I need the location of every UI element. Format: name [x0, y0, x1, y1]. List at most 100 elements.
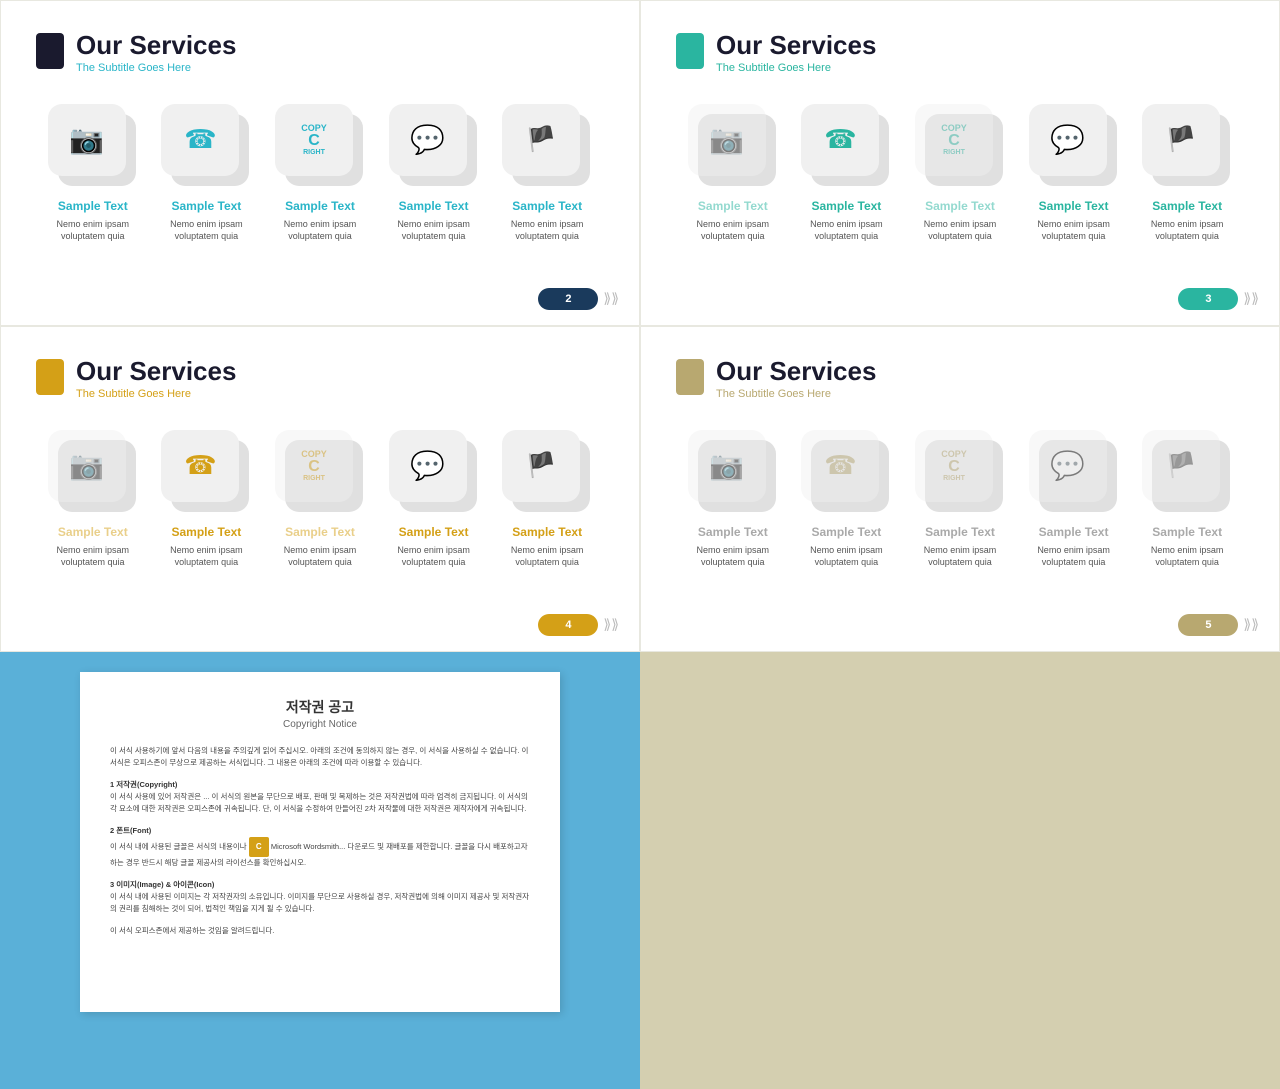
service-title-2-1: Sample Text — [791, 199, 901, 213]
service-desc-3-4: Nemo enim ipsam voluptatem quia — [492, 544, 602, 569]
chat-icon: 💬 — [1050, 123, 1085, 156]
service-item-2-1: ☎ Sample Text Nemo enim ipsam voluptatem… — [791, 104, 901, 243]
inline-logo: C — [249, 842, 269, 851]
service-title-1-2: Sample Text — [265, 199, 375, 213]
copyright-body: 이 서식 사용하기에 앞서 다음의 내용을 주의깊게 읽어 주십시오. 아래의 … — [110, 745, 530, 937]
icon-box-front: 📷 — [688, 430, 766, 502]
chevron-right-icon: ⟫⟫ — [1243, 616, 1259, 633]
slide-title-4: Our Services — [716, 357, 876, 386]
copyright-intro: 이 서식 사용하기에 앞서 다음의 내용을 주의깊게 읽어 주십시오. 아래의 … — [110, 745, 530, 769]
camera-icon: 📷 — [69, 123, 104, 156]
camera-icon: 📷 — [709, 449, 744, 482]
service-title-4-3: Sample Text — [1019, 525, 1129, 539]
service-item-1-1: ☎ Sample Text Nemo enim ipsam voluptatem… — [151, 104, 261, 243]
service-item-4-3: 💬 Sample Text Nemo enim ipsam voluptatem… — [1019, 430, 1129, 569]
service-title-4-4: Sample Text — [1132, 525, 1242, 539]
copyright-title-en: Copyright Notice — [110, 719, 530, 730]
service-desc-3-1: Nemo enim ipsam voluptatem quia — [151, 544, 261, 569]
copyright-section-1: 1 저작권(Copyright) 이 서식 사용에 있어 저작권은 ... 이 … — [110, 779, 530, 815]
slide-footer-1: 2 ⟫⟫ — [538, 288, 619, 310]
service-title-2-4: Sample Text — [1132, 199, 1242, 213]
slide-footer-3: 4 ⟫⟫ — [538, 614, 619, 636]
chevron-right-icon: ⟫⟫ — [603, 290, 619, 307]
service-desc-4-4: Nemo enim ipsam voluptatem quia — [1132, 544, 1242, 569]
copyright-logo-icon: COPY C RIGHT — [301, 450, 327, 482]
page-badge-3: 4 — [538, 614, 598, 636]
flag-icon: 🏴 — [526, 451, 556, 480]
copyright-section-content-2: 이 서식 내에 사용된 글꼴은 서식의 내용이나 C Microsoft Wor… — [110, 837, 530, 869]
chevron-right-icon: ⟫⟫ — [603, 616, 619, 633]
slide-subtitle-4: The Subtitle Goes Here — [716, 388, 876, 400]
services-row-2: 📷 Sample Text Nemo enim ipsam voluptatem… — [676, 94, 1244, 248]
copyright-section-2: 2 폰트(Font) 이 서식 내에 사용된 글꼴은 서식의 내용이나 C Mi… — [110, 825, 530, 869]
slide-title-1: Our Services — [76, 31, 236, 60]
copyright-logo-icon: COPY C RIGHT — [301, 124, 327, 156]
copyright-logo-icon: COPY C RIGHT — [941, 450, 967, 482]
forward-arrow-3: ⟫⟫ — [603, 616, 619, 633]
service-desc-1-2: Nemo enim ipsam voluptatem quia — [265, 218, 375, 243]
service-title-3-0: Sample Text — [38, 525, 148, 539]
icon-box-front: COPY C RIGHT — [915, 430, 993, 502]
service-item-2-0: 📷 Sample Text Nemo enim ipsam voluptatem… — [678, 104, 788, 243]
service-item-1-4: 🏴 Sample Text Nemo enim ipsam voluptatem… — [492, 104, 602, 243]
service-item-3-1: ☎ Sample Text Nemo enim ipsam voluptatem… — [151, 430, 261, 569]
flag-icon: 🏴 — [526, 125, 556, 154]
phone-icon: ☎ — [184, 450, 216, 481]
bullet-icon-1 — [36, 33, 64, 69]
service-item-4-4: 🏴 Sample Text Nemo enim ipsam voluptatem… — [1132, 430, 1242, 569]
flag-icon: 🏴 — [1166, 125, 1196, 154]
icon-box-front: ☎ — [161, 430, 239, 502]
chevron-right-icon: ⟫⟫ — [1243, 290, 1259, 307]
icon-box-front: 🏴 — [1142, 430, 1220, 502]
service-title-3-2: Sample Text — [265, 525, 375, 539]
slide-4: Our Services The Subtitle Goes Here 📷 Sa… — [640, 326, 1280, 652]
phone-icon: ☎ — [824, 450, 856, 481]
icon-box-front: 📷 — [688, 104, 766, 176]
service-desc-3-2: Nemo enim ipsam voluptatem quia — [265, 544, 375, 569]
slide-subtitle-2: The Subtitle Goes Here — [716, 62, 876, 74]
chat-icon: 💬 — [410, 449, 445, 482]
chat-icon: 💬 — [1050, 449, 1085, 482]
slide-title-3: Our Services — [76, 357, 236, 386]
slide-header-1: Our Services The Subtitle Goes Here — [36, 31, 604, 74]
service-desc-1-0: Nemo enim ipsam voluptatem quia — [38, 218, 148, 243]
flag-icon: 🏴 — [1166, 451, 1196, 480]
forward-arrow-4: ⟫⟫ — [1243, 616, 1259, 633]
service-item-4-0: 📷 Sample Text Nemo enim ipsam voluptatem… — [678, 430, 788, 569]
service-title-4-1: Sample Text — [791, 525, 901, 539]
slide-footer-2: 3 ⟫⟫ — [1178, 288, 1259, 310]
icon-box-front: COPY C RIGHT — [275, 104, 353, 176]
service-desc-4-2: Nemo enim ipsam voluptatem quia — [905, 544, 1015, 569]
page-badge-1: 2 — [538, 288, 598, 310]
copyright-section-content-1: 이 서식 사용에 있어 저작권은 ... 이 서식의 원본을 무단으로 배포, … — [110, 791, 530, 815]
icon-box-front: 🏴 — [502, 430, 580, 502]
slide-header-3: Our Services The Subtitle Goes Here — [36, 357, 604, 400]
service-title-4-2: Sample Text — [905, 525, 1015, 539]
copyright-logo-icon: COPY C RIGHT — [941, 124, 967, 156]
service-desc-1-3: Nemo enim ipsam voluptatem quia — [379, 218, 489, 243]
slide-2: Our Services The Subtitle Goes Here 📷 Sa… — [640, 0, 1280, 326]
service-title-3-3: Sample Text — [379, 525, 489, 539]
slide-1: Our Services The Subtitle Goes Here 📷 Sa… — [0, 0, 640, 326]
service-desc-2-1: Nemo enim ipsam voluptatem quia — [791, 218, 901, 243]
bullet-icon-3 — [36, 359, 64, 395]
service-item-3-2: COPY C RIGHT Sample Text Nemo enim ipsam… — [265, 430, 375, 569]
service-item-2-4: 🏴 Sample Text Nemo enim ipsam voluptatem… — [1132, 104, 1242, 243]
service-item-2-2: COPY C RIGHT Sample Text Nemo enim ipsam… — [905, 104, 1015, 243]
service-item-3-3: 💬 Sample Text Nemo enim ipsam voluptatem… — [379, 430, 489, 569]
copyright-section-title-2: 2 폰트(Font) — [110, 825, 530, 837]
icon-box-front: 💬 — [389, 430, 467, 502]
copyright-intro-text: 이 서식 사용하기에 앞서 다음의 내용을 주의깊게 읽어 주십시오. 아래의 … — [110, 745, 530, 769]
copyright-section-title-3: 3 이미지(Image) & 아이콘(Icon) — [110, 879, 530, 891]
service-desc-2-2: Nemo enim ipsam voluptatem quia — [905, 218, 1015, 243]
copyright-section-content-4: 이 서식 오피스존에서 제공하는 것임을 알려드립니다. — [110, 925, 530, 937]
service-item-4-2: COPY C RIGHT Sample Text Nemo enim ipsam… — [905, 430, 1015, 569]
service-title-3-1: Sample Text — [151, 525, 261, 539]
service-desc-2-0: Nemo enim ipsam voluptatem quia — [678, 218, 788, 243]
service-title-1-3: Sample Text — [379, 199, 489, 213]
camera-icon: 📷 — [709, 123, 744, 156]
service-desc-3-0: Nemo enim ipsam voluptatem quia — [38, 544, 148, 569]
service-item-1-3: 💬 Sample Text Nemo enim ipsam voluptatem… — [379, 104, 489, 243]
icon-box-front: COPY C RIGHT — [915, 104, 993, 176]
slide-footer-4: 5 ⟫⟫ — [1178, 614, 1259, 636]
